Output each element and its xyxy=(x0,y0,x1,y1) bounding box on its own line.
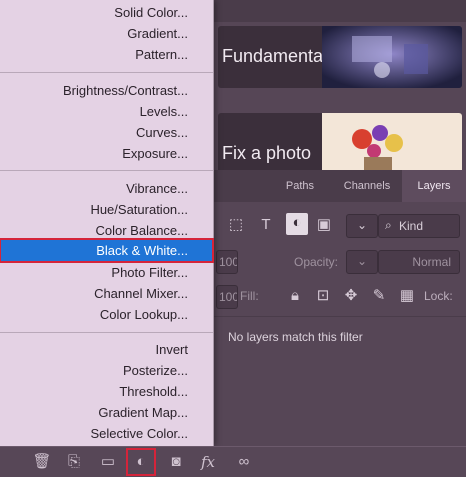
menu-item-photo-filter[interactable]: Photo Filter... xyxy=(0,262,213,284)
menu-item-black-white[interactable]: Black & White... xyxy=(0,238,214,263)
menu-item-label: Color Lookup... xyxy=(99,307,188,322)
panel-tabs: Layers Channels Paths xyxy=(213,170,466,202)
chevron-down-icon: ⌄ xyxy=(357,218,368,232)
menu-item-label: Invert xyxy=(155,342,188,357)
fill-value: 100% xyxy=(219,290,237,304)
blend-mode-select[interactable]: Normal xyxy=(378,250,460,274)
menu-item-color-lookup[interactable]: Color Lookup... xyxy=(0,304,213,326)
menu-item-label: Exposure... xyxy=(122,146,188,161)
divider xyxy=(213,316,466,317)
menu-item-label: Brightness/Contrast... xyxy=(63,83,188,98)
menu-separator xyxy=(0,332,213,333)
fill-field[interactable]: 100% xyxy=(216,285,238,309)
menu-item-solid-color[interactable]: Solid Color... xyxy=(0,2,213,24)
blend-dropdown[interactable]: ⌄ xyxy=(346,250,378,274)
shape-filter-icon[interactable]: ⬚ xyxy=(226,215,246,235)
menu-item-vibrance[interactable]: Vibrance... xyxy=(0,178,213,200)
filter-dropdown[interactable]: ⌄ xyxy=(346,214,378,238)
flowers-photo-thumbnail xyxy=(322,113,462,175)
tab-channels[interactable]: Channels xyxy=(332,170,402,202)
adjustment-layer-button[interactable]: ◐ xyxy=(126,448,156,476)
adjustment-filter-icon[interactable]: ◐ xyxy=(286,213,308,235)
folder-icon[interactable]: ▭ xyxy=(98,452,118,472)
menu-item-brightness-contrast[interactable]: Brightness/Contrast... xyxy=(0,80,213,102)
learn-card-fundamentals[interactable]: Fundamentals xyxy=(218,26,462,88)
menu-item-invert[interactable]: Invert xyxy=(0,339,213,361)
menu-item-posterize[interactable]: Posterize... xyxy=(0,360,213,382)
menu-item-label: Solid Color... xyxy=(114,5,188,20)
blend-mode-value: Normal xyxy=(412,255,451,269)
card-title: Fix a photo xyxy=(222,143,312,163)
learn-card-fix-photo[interactable]: Fix a photo xyxy=(218,113,462,175)
room-photo-thumbnail xyxy=(322,26,462,88)
menu-item-label: Curves... xyxy=(135,125,188,140)
search-icon: ⌕ xyxy=(385,218,392,232)
menu-item-threshold[interactable]: Threshold... xyxy=(0,381,213,403)
fx-icon[interactable]: fx xyxy=(198,452,218,472)
chevron-down-icon: ⌄ xyxy=(357,254,368,268)
menu-item-label: Selective Color... xyxy=(90,426,188,441)
kind-label: Kind xyxy=(399,219,424,233)
menu-item-label: Gradient Map... xyxy=(98,405,188,420)
menu-item-label: Hue/Saturation... xyxy=(90,202,188,217)
menu-item-gradient-map[interactable]: Gradient Map... xyxy=(0,402,213,424)
artboard-icon[interactable]: ⊡ xyxy=(314,286,332,306)
menu-item-label: Posterize... xyxy=(122,363,188,378)
tab-paths[interactable]: Paths xyxy=(268,170,332,202)
lock-position-icon[interactable]: ✥ xyxy=(342,286,360,306)
menu-item-label: Threshold... xyxy=(119,384,188,399)
menu-item-curves[interactable]: Curves... xyxy=(0,122,213,144)
opacity-field[interactable]: 100% xyxy=(216,250,238,274)
menu-item-selective-color[interactable]: Selective Color... xyxy=(0,423,213,445)
menu-item-hue-saturation[interactable]: Hue/Saturation... xyxy=(0,199,213,221)
new-layer-icon[interactable]: ⎘ xyxy=(64,452,84,472)
lock-all-icon[interactable]: 🔒︎ xyxy=(286,286,304,306)
menu-item-label: Pattern... xyxy=(135,47,188,62)
menu-item-pattern[interactable]: Pattern... xyxy=(0,44,213,66)
empty-layers-message: No layers match this filter xyxy=(228,330,363,344)
fill-label: Fill: xyxy=(240,289,259,303)
kind-filter-select[interactable]: ⌕ Kind xyxy=(378,214,460,238)
menu-item-gradient[interactable]: Gradient... xyxy=(0,23,213,45)
card-title: Fundamentals xyxy=(222,46,337,66)
menu-item-label: Levels... xyxy=(139,104,188,119)
layers-bottom-toolbar: 🗑︎ ⎘ ▭ ◐ ◙ fx ∞ xyxy=(0,446,466,477)
mask-icon[interactable]: ◙ xyxy=(166,452,186,472)
menu-item-label: Gradient... xyxy=(127,26,188,41)
menu-item-levels[interactable]: Levels... xyxy=(0,101,213,123)
type-filter-icon[interactable]: T xyxy=(256,215,276,235)
adjustment-layer-menu: Solid Color... Gradient... Pattern... Br… xyxy=(0,0,214,446)
menu-item-channel-mixer[interactable]: Channel Mixer... xyxy=(0,283,213,305)
lock-label: Lock: xyxy=(424,289,453,303)
menu-item-label: Vibrance... xyxy=(126,181,188,196)
learn-panel-header xyxy=(213,0,466,22)
menu-item-label: Channel Mixer... xyxy=(94,286,188,301)
link-icon[interactable]: ∞ xyxy=(234,452,254,472)
image-filter-icon[interactable]: ▣ xyxy=(314,215,334,235)
menu-item-label: Photo Filter... xyxy=(111,265,188,280)
tab-layers[interactable]: Layers xyxy=(402,170,466,202)
opacity-value: 100% xyxy=(219,255,237,269)
menu-separator xyxy=(0,170,213,171)
menu-separator xyxy=(0,72,213,73)
trash-icon[interactable]: 🗑︎ xyxy=(32,452,52,472)
menu-item-label: Black & White... xyxy=(96,243,188,258)
lock-pixels-icon[interactable]: ✎ xyxy=(370,286,388,306)
menu-item-exposure[interactable]: Exposure... xyxy=(0,143,213,165)
lock-transparent-icon[interactable]: ▦ xyxy=(398,286,416,306)
opacity-label: Opacity: xyxy=(294,255,339,269)
